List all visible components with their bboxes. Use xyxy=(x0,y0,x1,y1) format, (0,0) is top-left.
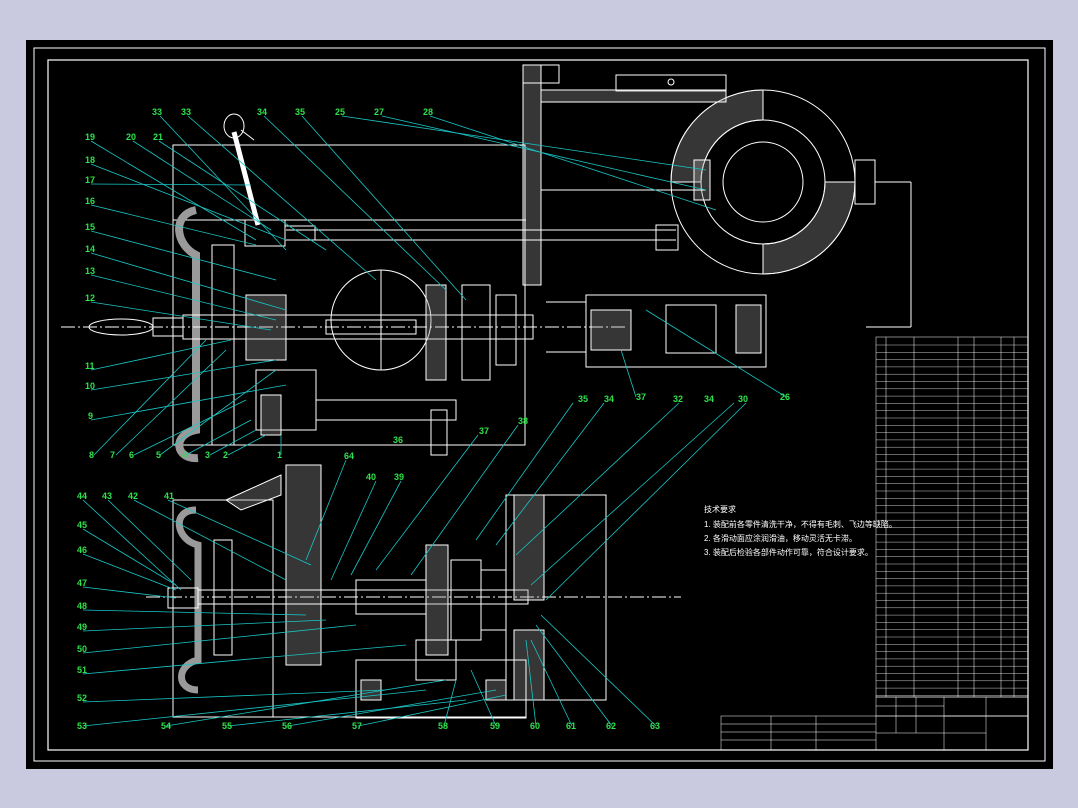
part-label: 58 xyxy=(438,721,448,731)
part-label: 28 xyxy=(423,107,433,117)
part-label: 37 xyxy=(479,426,489,436)
part-label: 54 xyxy=(161,721,171,731)
part-label: 51 xyxy=(77,665,87,675)
part-label: 57 xyxy=(352,721,362,731)
part-label: 10 xyxy=(85,381,95,391)
part-label: 14 xyxy=(85,244,95,254)
part-label: 30 xyxy=(738,394,748,404)
part-label: 17 xyxy=(85,175,95,185)
part-label: 12 xyxy=(85,293,95,303)
part-label: 39 xyxy=(394,472,404,482)
part-label: 38 xyxy=(518,416,528,426)
part-label: 6 xyxy=(129,450,134,460)
part-label: 11 xyxy=(85,361,95,371)
part-label: 9 xyxy=(88,411,93,421)
part-label: 5 xyxy=(156,450,161,460)
part-label: 25 xyxy=(335,107,345,117)
part-label: 4 xyxy=(182,450,187,460)
part-label: 50 xyxy=(77,644,87,654)
part-label: 49 xyxy=(77,622,87,632)
part-label: 43 xyxy=(102,491,112,501)
parts-list-rows xyxy=(876,344,1028,696)
part-label: 20 xyxy=(126,132,136,142)
part-label: 47 xyxy=(77,578,87,588)
part-label: 3 xyxy=(205,450,210,460)
part-label: 44 xyxy=(77,491,87,501)
part-label: 62 xyxy=(606,721,616,731)
note-item: 3. 装配后检验各部件动作可靠，符合设计要求。 xyxy=(704,547,873,557)
part-label: 45 xyxy=(77,520,87,530)
part-label: 15 xyxy=(85,222,95,232)
part-label: 35 xyxy=(578,394,588,404)
part-label: 60 xyxy=(530,721,540,731)
part-label: 36 xyxy=(393,435,403,445)
part-label: 59 xyxy=(490,721,500,731)
part-label: 34 xyxy=(604,394,614,404)
part-label: 19 xyxy=(85,132,95,142)
part-label: 33 xyxy=(152,107,162,117)
part-label: 48 xyxy=(77,601,87,611)
part-label: 53 xyxy=(77,721,87,731)
part-label: 13 xyxy=(85,266,95,276)
part-label: 1 xyxy=(277,450,282,460)
part-label: 2 xyxy=(223,450,228,460)
part-label: 18 xyxy=(85,155,95,165)
part-label: 46 xyxy=(77,545,87,555)
part-label: 55 xyxy=(222,721,232,731)
part-label: 64 xyxy=(344,451,354,461)
part-label: 63 xyxy=(650,721,660,731)
notes-heading: 技术要求 xyxy=(704,504,736,514)
part-label: 26 xyxy=(780,392,790,402)
part-label: 34 xyxy=(257,107,267,117)
part-label: 33 xyxy=(181,107,191,117)
technical-notes: 技术要求 1. 装配前各零件清洗干净，不得有毛刺、飞边等缺陷。 2. 各滑动面应… xyxy=(704,504,897,557)
assembly-drawing: 33 33 34 35 25 27 28 19 20 21 18 17 16 1… xyxy=(33,47,1046,762)
title-block xyxy=(720,696,1029,751)
part-label: 21 xyxy=(153,132,163,142)
part-label: 42 xyxy=(128,491,138,501)
lower-view xyxy=(146,464,681,719)
part-label: 41 xyxy=(164,491,174,501)
part-label: 37 xyxy=(636,392,646,402)
part-label: 8 xyxy=(89,450,94,460)
part-label: 32 xyxy=(673,394,683,404)
drawing-canvas: 33 33 34 35 25 27 28 19 20 21 18 17 16 1… xyxy=(26,40,1053,769)
part-label: 40 xyxy=(366,472,376,482)
note-item: 2. 各滑动面应涂润滑油，移动灵活无卡滞。 xyxy=(704,533,857,543)
part-label: 7 xyxy=(110,450,115,460)
part-label: 16 xyxy=(85,196,95,206)
part-label: 27 xyxy=(374,107,384,117)
note-item: 1. 装配前各零件清洗干净，不得有毛刺、飞边等缺陷。 xyxy=(704,519,897,529)
part-label: 35 xyxy=(295,107,305,117)
part-label: 61 xyxy=(566,721,576,731)
part-label: 56 xyxy=(282,721,292,731)
part-label: 34 xyxy=(704,394,714,404)
part-label: 52 xyxy=(77,693,87,703)
parts-list-table xyxy=(875,336,1029,698)
